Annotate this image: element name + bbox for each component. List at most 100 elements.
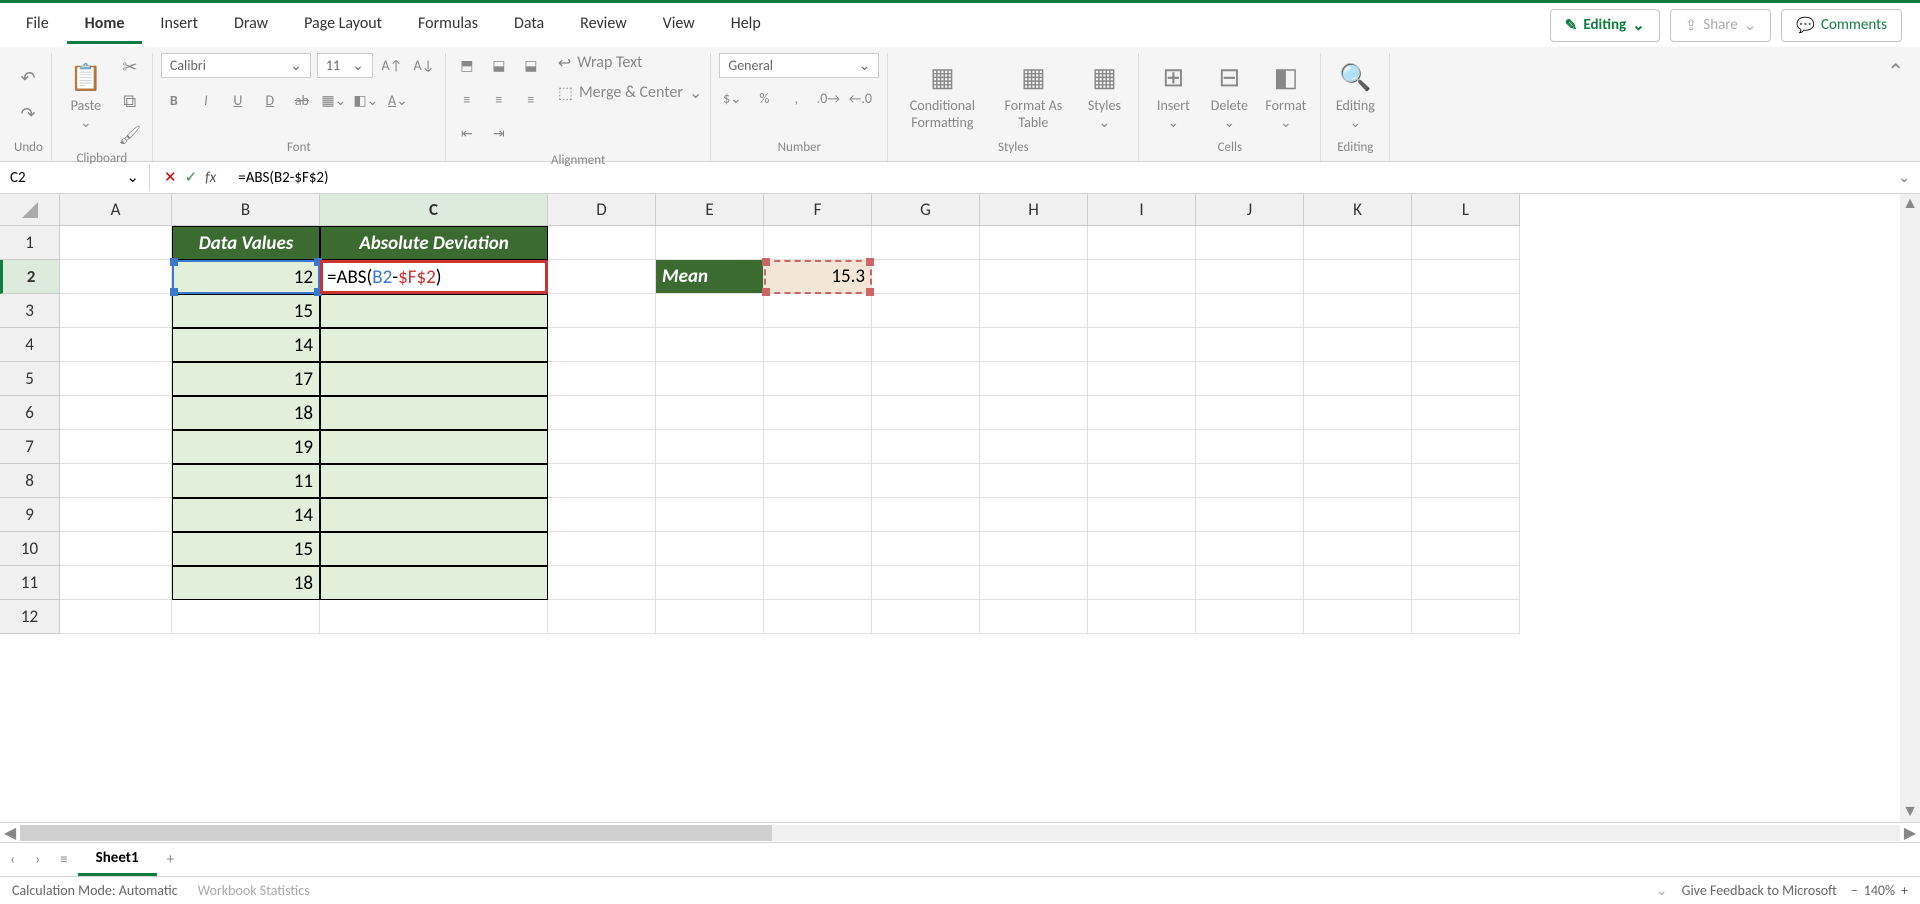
cell-I2[interactable] [1088, 260, 1196, 294]
row-header-6[interactable]: 6 [0, 396, 60, 430]
cell-L5[interactable] [1412, 362, 1520, 396]
cell-F7[interactable] [764, 430, 872, 464]
cell-D6[interactable] [548, 396, 656, 430]
cell-F10[interactable] [764, 532, 872, 566]
cell-F12[interactable] [764, 600, 872, 634]
cell-A4[interactable] [60, 328, 172, 362]
cell-D5[interactable] [548, 362, 656, 396]
tab-file[interactable]: File [8, 6, 67, 44]
cell-I12[interactable] [1088, 600, 1196, 634]
row-header-4[interactable]: 4 [0, 328, 60, 362]
cell-C6[interactable] [320, 396, 548, 430]
strikethrough-button[interactable]: ab [289, 88, 315, 112]
cell-L9[interactable] [1412, 498, 1520, 532]
cell-D2[interactable] [548, 260, 656, 294]
expand-formula-bar-icon[interactable]: ⌄ [1888, 169, 1920, 186]
cell-A3[interactable] [60, 294, 172, 328]
cell-F3[interactable] [764, 294, 872, 328]
cell-J10[interactable] [1196, 532, 1304, 566]
conditional-formatting-button[interactable]: ▦Conditional Formatting [896, 53, 988, 135]
cell-K12[interactable] [1304, 600, 1412, 634]
sheet-nav-next[interactable]: › [25, 851, 50, 869]
feedback-link[interactable]: Give Feedback to Microsoft [1682, 882, 1837, 899]
row-header-5[interactable]: 5 [0, 362, 60, 396]
align-middle-icon[interactable]: ⬓ [486, 53, 512, 77]
name-box[interactable]: C2⌄ [0, 164, 150, 191]
cell-L7[interactable] [1412, 430, 1520, 464]
increase-font-icon[interactable]: A↑ [379, 53, 405, 77]
cell-I8[interactable] [1088, 464, 1196, 498]
tab-view[interactable]: View [645, 6, 713, 44]
scroll-thumb[interactable] [20, 825, 772, 841]
cell-H2[interactable] [980, 260, 1088, 294]
decrease-font-icon[interactable]: A↓ [411, 53, 437, 77]
align-right-icon[interactable]: ≡ [518, 87, 544, 111]
cell-L4[interactable] [1412, 328, 1520, 362]
tab-insert[interactable]: Insert [142, 6, 216, 44]
cell-I5[interactable] [1088, 362, 1196, 396]
column-header-F[interactable]: F [764, 194, 872, 226]
sheet-tab-active[interactable]: Sheet1 [78, 843, 157, 876]
cell-F2[interactable]: 15.3 [764, 260, 872, 294]
scroll-up-icon[interactable]: ▲ [1900, 194, 1920, 214]
tab-formulas[interactable]: Formulas [400, 6, 496, 44]
enter-formula-icon[interactable]: ✓ [185, 168, 198, 187]
align-bottom-icon[interactable]: ⬓ [518, 53, 544, 77]
cell-D11[interactable] [548, 566, 656, 600]
cell-J9[interactable] [1196, 498, 1304, 532]
cell-I6[interactable] [1088, 396, 1196, 430]
format-cells-button[interactable]: ◧Format⌄ [1259, 53, 1312, 135]
row-header-9[interactable]: 9 [0, 498, 60, 532]
cell-F6[interactable] [764, 396, 872, 430]
sheet-list-icon[interactable]: ≡ [50, 851, 77, 869]
redo-icon[interactable]: ↷ [14, 100, 42, 128]
cut-icon[interactable]: ✂ [116, 53, 144, 81]
percent-button[interactable]: % [751, 86, 777, 110]
align-center-icon[interactable]: ≡ [486, 87, 512, 111]
column-header-C[interactable]: C [320, 194, 548, 226]
fx-icon[interactable]: fx [205, 169, 216, 187]
cell-J1[interactable] [1196, 226, 1304, 260]
cell-K7[interactable] [1304, 430, 1412, 464]
row-header-2[interactable]: 2 [0, 260, 60, 294]
cell-A8[interactable] [60, 464, 172, 498]
cell-E10[interactable] [656, 532, 764, 566]
cell-E11[interactable] [656, 566, 764, 600]
cell-A12[interactable] [60, 600, 172, 634]
cell-G7[interactable] [872, 430, 980, 464]
cell-G9[interactable] [872, 498, 980, 532]
cell-G6[interactable] [872, 396, 980, 430]
cell-J4[interactable] [1196, 328, 1304, 362]
scroll-right-icon[interactable]: ▶ [1900, 823, 1920, 843]
cell-G2[interactable] [872, 260, 980, 294]
cell-D9[interactable] [548, 498, 656, 532]
cell-G11[interactable] [872, 566, 980, 600]
underline-button[interactable]: U [225, 88, 251, 112]
cell-D12[interactable] [548, 600, 656, 634]
column-header-I[interactable]: I [1088, 194, 1196, 226]
column-header-D[interactable]: D [548, 194, 656, 226]
cell-F1[interactable] [764, 226, 872, 260]
cell-C11[interactable] [320, 566, 548, 600]
decrease-decimal-button[interactable]: ←.0 [847, 86, 873, 110]
spreadsheet-grid[interactable]: ABCDEFGHIJKL 123456789101112 Data Values… [0, 194, 1900, 822]
cell-B12[interactable] [172, 600, 320, 634]
tab-page-layout[interactable]: Page Layout [286, 6, 400, 44]
cell-K8[interactable] [1304, 464, 1412, 498]
cell-C4[interactable] [320, 328, 548, 362]
cell-E1[interactable] [656, 226, 764, 260]
cell-C9[interactable] [320, 498, 548, 532]
cell-C10[interactable] [320, 532, 548, 566]
column-header-E[interactable]: E [656, 194, 764, 226]
cell-E8[interactable] [656, 464, 764, 498]
cell-H11[interactable] [980, 566, 1088, 600]
column-header-G[interactable]: G [872, 194, 980, 226]
add-sheet-icon[interactable]: + [157, 851, 184, 869]
cell-L2[interactable] [1412, 260, 1520, 294]
cell-H12[interactable] [980, 600, 1088, 634]
comma-button[interactable]: , [783, 86, 809, 110]
formula-input[interactable] [230, 165, 1888, 191]
cell-H6[interactable] [980, 396, 1088, 430]
align-left-icon[interactable]: ≡ [454, 87, 480, 111]
row-header-8[interactable]: 8 [0, 464, 60, 498]
